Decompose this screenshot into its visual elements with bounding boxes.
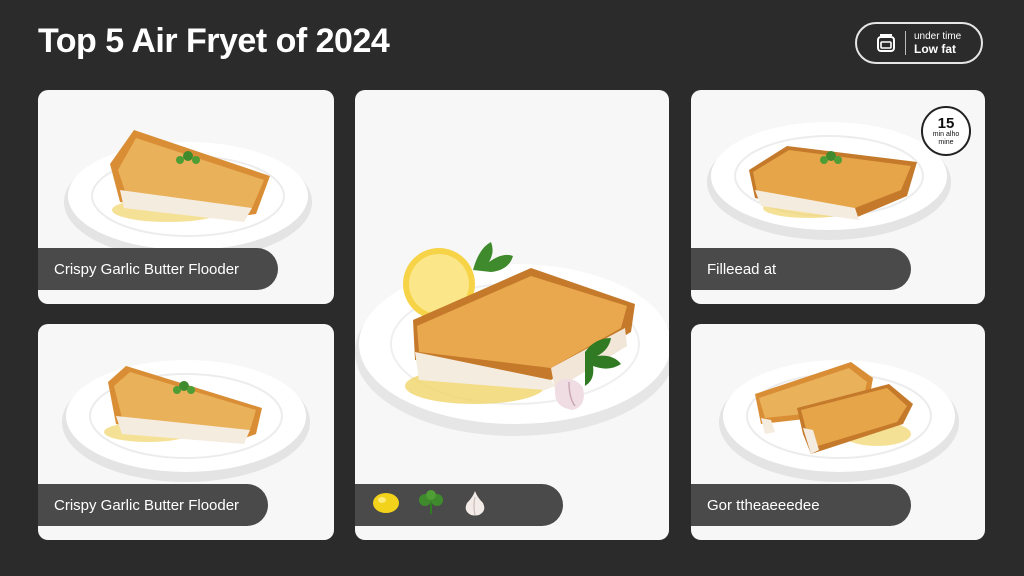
recipe-title: Gor ttheaeeedee <box>707 496 820 514</box>
recipe-title: Filleead at <box>707 260 777 278</box>
recipe-card-1[interactable]: Crispy Garlic Butter Flooder <box>38 90 334 304</box>
cook-time-line-1: min alho <box>932 130 960 138</box>
recipe-label-pill: Crispy Garlic Butter Flooder <box>38 484 268 526</box>
cook-time-line-2: mine <box>938 138 954 146</box>
page-title: Top 5 Air Fryet of 2024 <box>38 22 390 60</box>
parsley-icon <box>417 490 445 520</box>
recipe-title: Crispy Garlic Butter Flooder <box>54 496 240 514</box>
cook-time-value: 15 <box>937 114 955 132</box>
badge-divider <box>905 31 906 55</box>
low-fat-badge: under time Low fat <box>855 22 983 64</box>
lemon-icon <box>371 491 401 519</box>
recipe-card-2[interactable]: Crispy Garlic Butter Flooder <box>38 324 334 540</box>
recipe-card-3[interactable]: 15 min alho mine Filleead at <box>691 90 985 304</box>
garlic-icon <box>461 489 489 521</box>
recipe-label-pill: Filleead at <box>691 248 911 290</box>
cook-time-badge: 15 min alho mine <box>921 106 971 156</box>
recipe-label-pill: Gor ttheaeeedee <box>691 484 911 526</box>
recipe-label-pill: Crispy Garlic Butter Flooder <box>38 248 278 290</box>
ingredients-pill <box>355 484 563 526</box>
badge-line-2: Low fat <box>914 42 956 56</box>
recipe-card-featured[interactable] <box>355 90 669 540</box>
air-fryer-icon <box>871 33 901 53</box>
recipe-card-4[interactable]: Gor ttheaeeedee <box>691 324 985 540</box>
featured-fish-dish-image <box>355 242 669 436</box>
recipe-title: Crispy Garlic Butter Flooder <box>54 260 240 278</box>
